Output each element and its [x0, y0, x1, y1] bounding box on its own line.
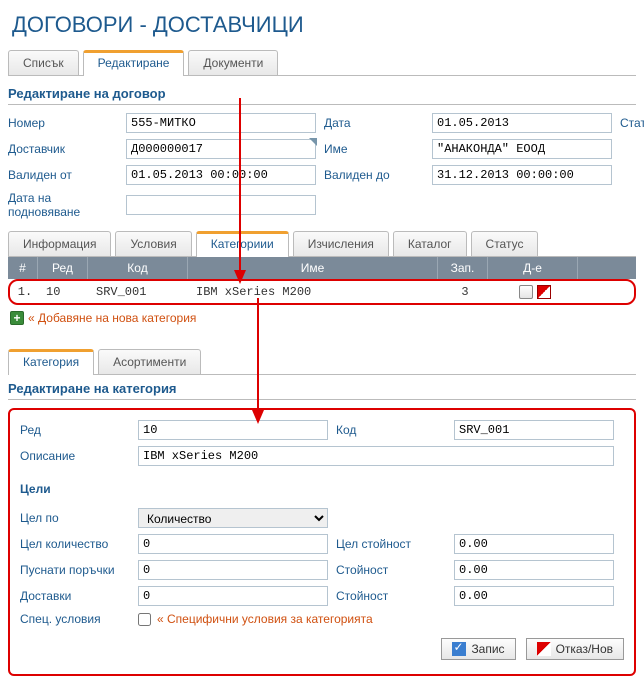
catlabel-launched: Пуснати поръчки — [20, 563, 130, 577]
catinput-deliveries[interactable] — [138, 586, 328, 606]
goals-header: Цели — [20, 482, 614, 496]
catinput-launchedval[interactable] — [454, 560, 614, 580]
cell-name: IBM xSeries M200 — [190, 281, 440, 303]
input-supplier[interactable] — [126, 139, 316, 159]
catlabel-desc: Описание — [20, 449, 130, 463]
check-icon[interactable] — [519, 285, 533, 299]
catinput-goalqty[interactable] — [138, 534, 328, 554]
add-category-link[interactable]: + « Добавяне на нова категория — [8, 305, 636, 331]
label-status: Статус — [620, 116, 644, 130]
edit-category-header: Редактиране на категория — [8, 381, 636, 400]
col-num: # — [8, 257, 38, 279]
input-validto[interactable] — [432, 165, 612, 185]
catinput-launched[interactable] — [138, 560, 328, 580]
label-number: Номер — [8, 116, 118, 130]
table-row[interactable]: 1. 10 SRV_001 IBM xSeries M200 3 — [8, 279, 636, 305]
catinput-code[interactable] — [454, 420, 614, 440]
input-validfrom[interactable] — [126, 165, 316, 185]
contract-form: Номер Дата Статус Доставчик Име Валиден … — [8, 113, 636, 219]
save-button[interactable]: Запис — [441, 638, 515, 660]
btmtab-assortments[interactable]: Асортименти — [98, 349, 201, 374]
bottom-tabs: Категория Асортименти — [8, 349, 636, 375]
catlabel-deliveriesval: Стойност — [336, 589, 446, 603]
edit-contract-header: Редактиране на договор — [8, 86, 636, 105]
chk-spec[interactable] — [138, 613, 151, 626]
catinput-desc[interactable] — [138, 446, 614, 466]
catlabel-ord: Ред — [20, 423, 130, 437]
col-qty: Зап. — [438, 257, 488, 279]
catlabel-goalby: Цел по — [20, 511, 130, 525]
input-number[interactable] — [126, 113, 316, 133]
subtab-catalog[interactable]: Каталог — [393, 231, 467, 256]
col-ord: Ред — [38, 257, 88, 279]
subtab-status[interactable]: Статус — [471, 231, 539, 256]
btmtab-category[interactable]: Категория — [8, 349, 94, 375]
col-act: Д-е — [488, 257, 578, 279]
catinput-ord[interactable] — [138, 420, 328, 440]
plus-icon: + — [10, 311, 24, 325]
tab-docs[interactable]: Документи — [188, 50, 278, 75]
catlabel-goalqty: Цел количество — [20, 537, 130, 551]
catinput-deliveriesval[interactable] — [454, 586, 614, 606]
page-title: ДОГОВОРИ - ДОСТАВЧИЦИ — [8, 8, 636, 50]
save-icon — [452, 642, 466, 656]
cancel-button[interactable]: Отказ/Нов — [526, 638, 624, 660]
cancel-icon — [537, 642, 551, 656]
subtab-calc[interactable]: Изчисления — [293, 231, 389, 256]
label-supplier: Доставчик — [8, 142, 118, 156]
cell-num: 1. — [10, 281, 40, 303]
catselect-goalby[interactable]: Количество — [138, 508, 328, 528]
grid-header: # Ред Код Име Зап. Д-е — [8, 257, 636, 279]
save-label: Запис — [471, 642, 504, 656]
subtab-info[interactable]: Информация — [8, 231, 111, 256]
catlabel-launchedval: Стойност — [336, 563, 446, 577]
main-tabs: Списък Редактиране Документи — [8, 50, 636, 76]
chk-spec-label: « Специфични условия за категорията — [157, 612, 373, 626]
label-validto: Валиден до — [324, 168, 424, 182]
input-date[interactable] — [432, 113, 612, 133]
category-edit-box: Ред Код Описание Цели Цел по Количество … — [8, 408, 636, 676]
catlabel-deliveries: Доставки — [20, 589, 130, 603]
subtab-terms[interactable]: Условия — [115, 231, 191, 256]
delete-icon[interactable] — [537, 285, 551, 299]
cancel-label: Отказ/Нов — [556, 642, 613, 656]
label-validfrom: Валиден от — [8, 168, 118, 182]
cell-ord: 10 — [40, 281, 90, 303]
catlabel-code: Код — [336, 423, 446, 437]
cell-code: SRV_001 — [90, 281, 190, 303]
subtab-categories[interactable]: Категориии — [196, 231, 289, 257]
cell-qty: 3 — [440, 281, 490, 303]
input-renewdate[interactable] — [126, 195, 316, 215]
label-name: Име — [324, 142, 424, 156]
add-category-label: « Добавяне на нова категория — [28, 311, 196, 325]
col-code: Код — [88, 257, 188, 279]
label-renewdate: Дата на подновяване — [8, 191, 118, 219]
label-date: Дата — [324, 116, 424, 130]
catlabel-goalval: Цел стойност — [336, 537, 446, 551]
catlabel-spec: Спец. условия — [20, 612, 130, 626]
tab-edit[interactable]: Редактиране — [83, 50, 185, 76]
lookup-icon[interactable] — [309, 138, 317, 146]
input-name[interactable] — [432, 139, 612, 159]
catinput-goalval[interactable] — [454, 534, 614, 554]
tab-list[interactable]: Списък — [8, 50, 79, 75]
col-name: Име — [188, 257, 438, 279]
subtabs: Информация Условия Категориии Изчисления… — [8, 231, 636, 257]
